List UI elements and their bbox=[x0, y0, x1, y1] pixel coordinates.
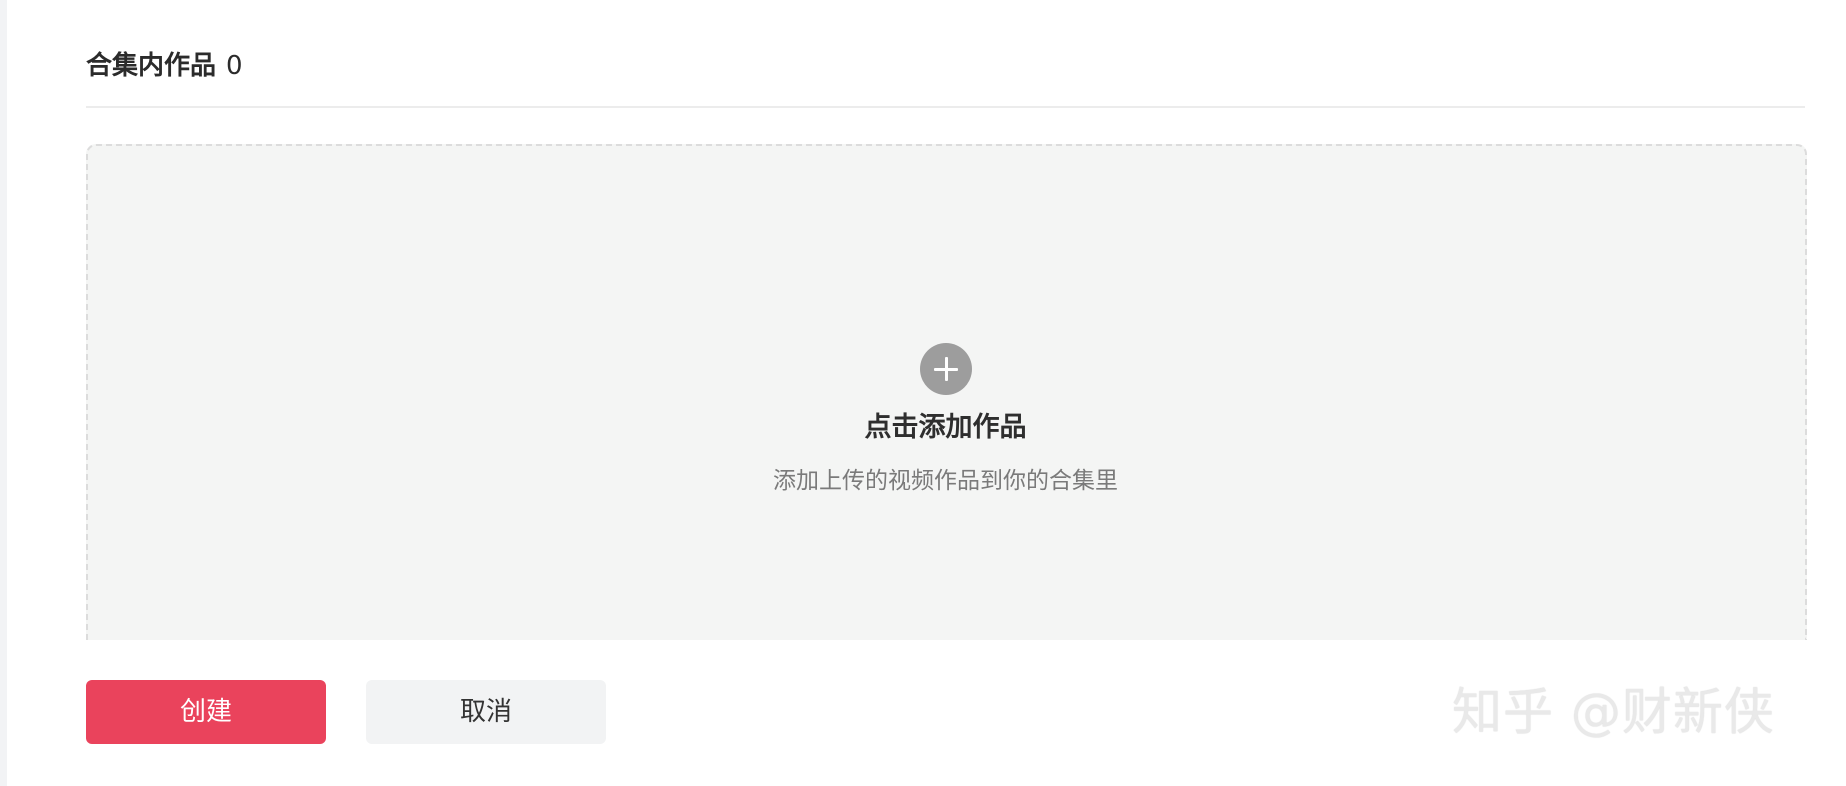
collection-works-heading: 合集内作品 0 bbox=[86, 49, 243, 83]
watermark-text: 知乎 @财新侠 bbox=[1452, 683, 1775, 741]
add-works-subtitle: 添加上传的视频作品到你的合集里 bbox=[773, 468, 1118, 494]
add-works-title[interactable]: 点击添加作品 bbox=[86, 410, 1805, 446]
plus-circle-icon[interactable] bbox=[920, 343, 972, 395]
cancel-button[interactable]: 取消 bbox=[366, 680, 606, 744]
left-edge-strip bbox=[0, 0, 7, 786]
create-collection-page: 合集内作品 0 点击添加作品 添加上传的视频作品到你的合集里 创建 取消 知乎 @… bbox=[0, 0, 1846, 786]
section-divider bbox=[86, 106, 1805, 108]
collection-works-count: 0 bbox=[226, 51, 243, 81]
collection-works-title: 合集内作品 bbox=[86, 51, 217, 81]
create-button[interactable]: 创建 bbox=[86, 680, 326, 744]
